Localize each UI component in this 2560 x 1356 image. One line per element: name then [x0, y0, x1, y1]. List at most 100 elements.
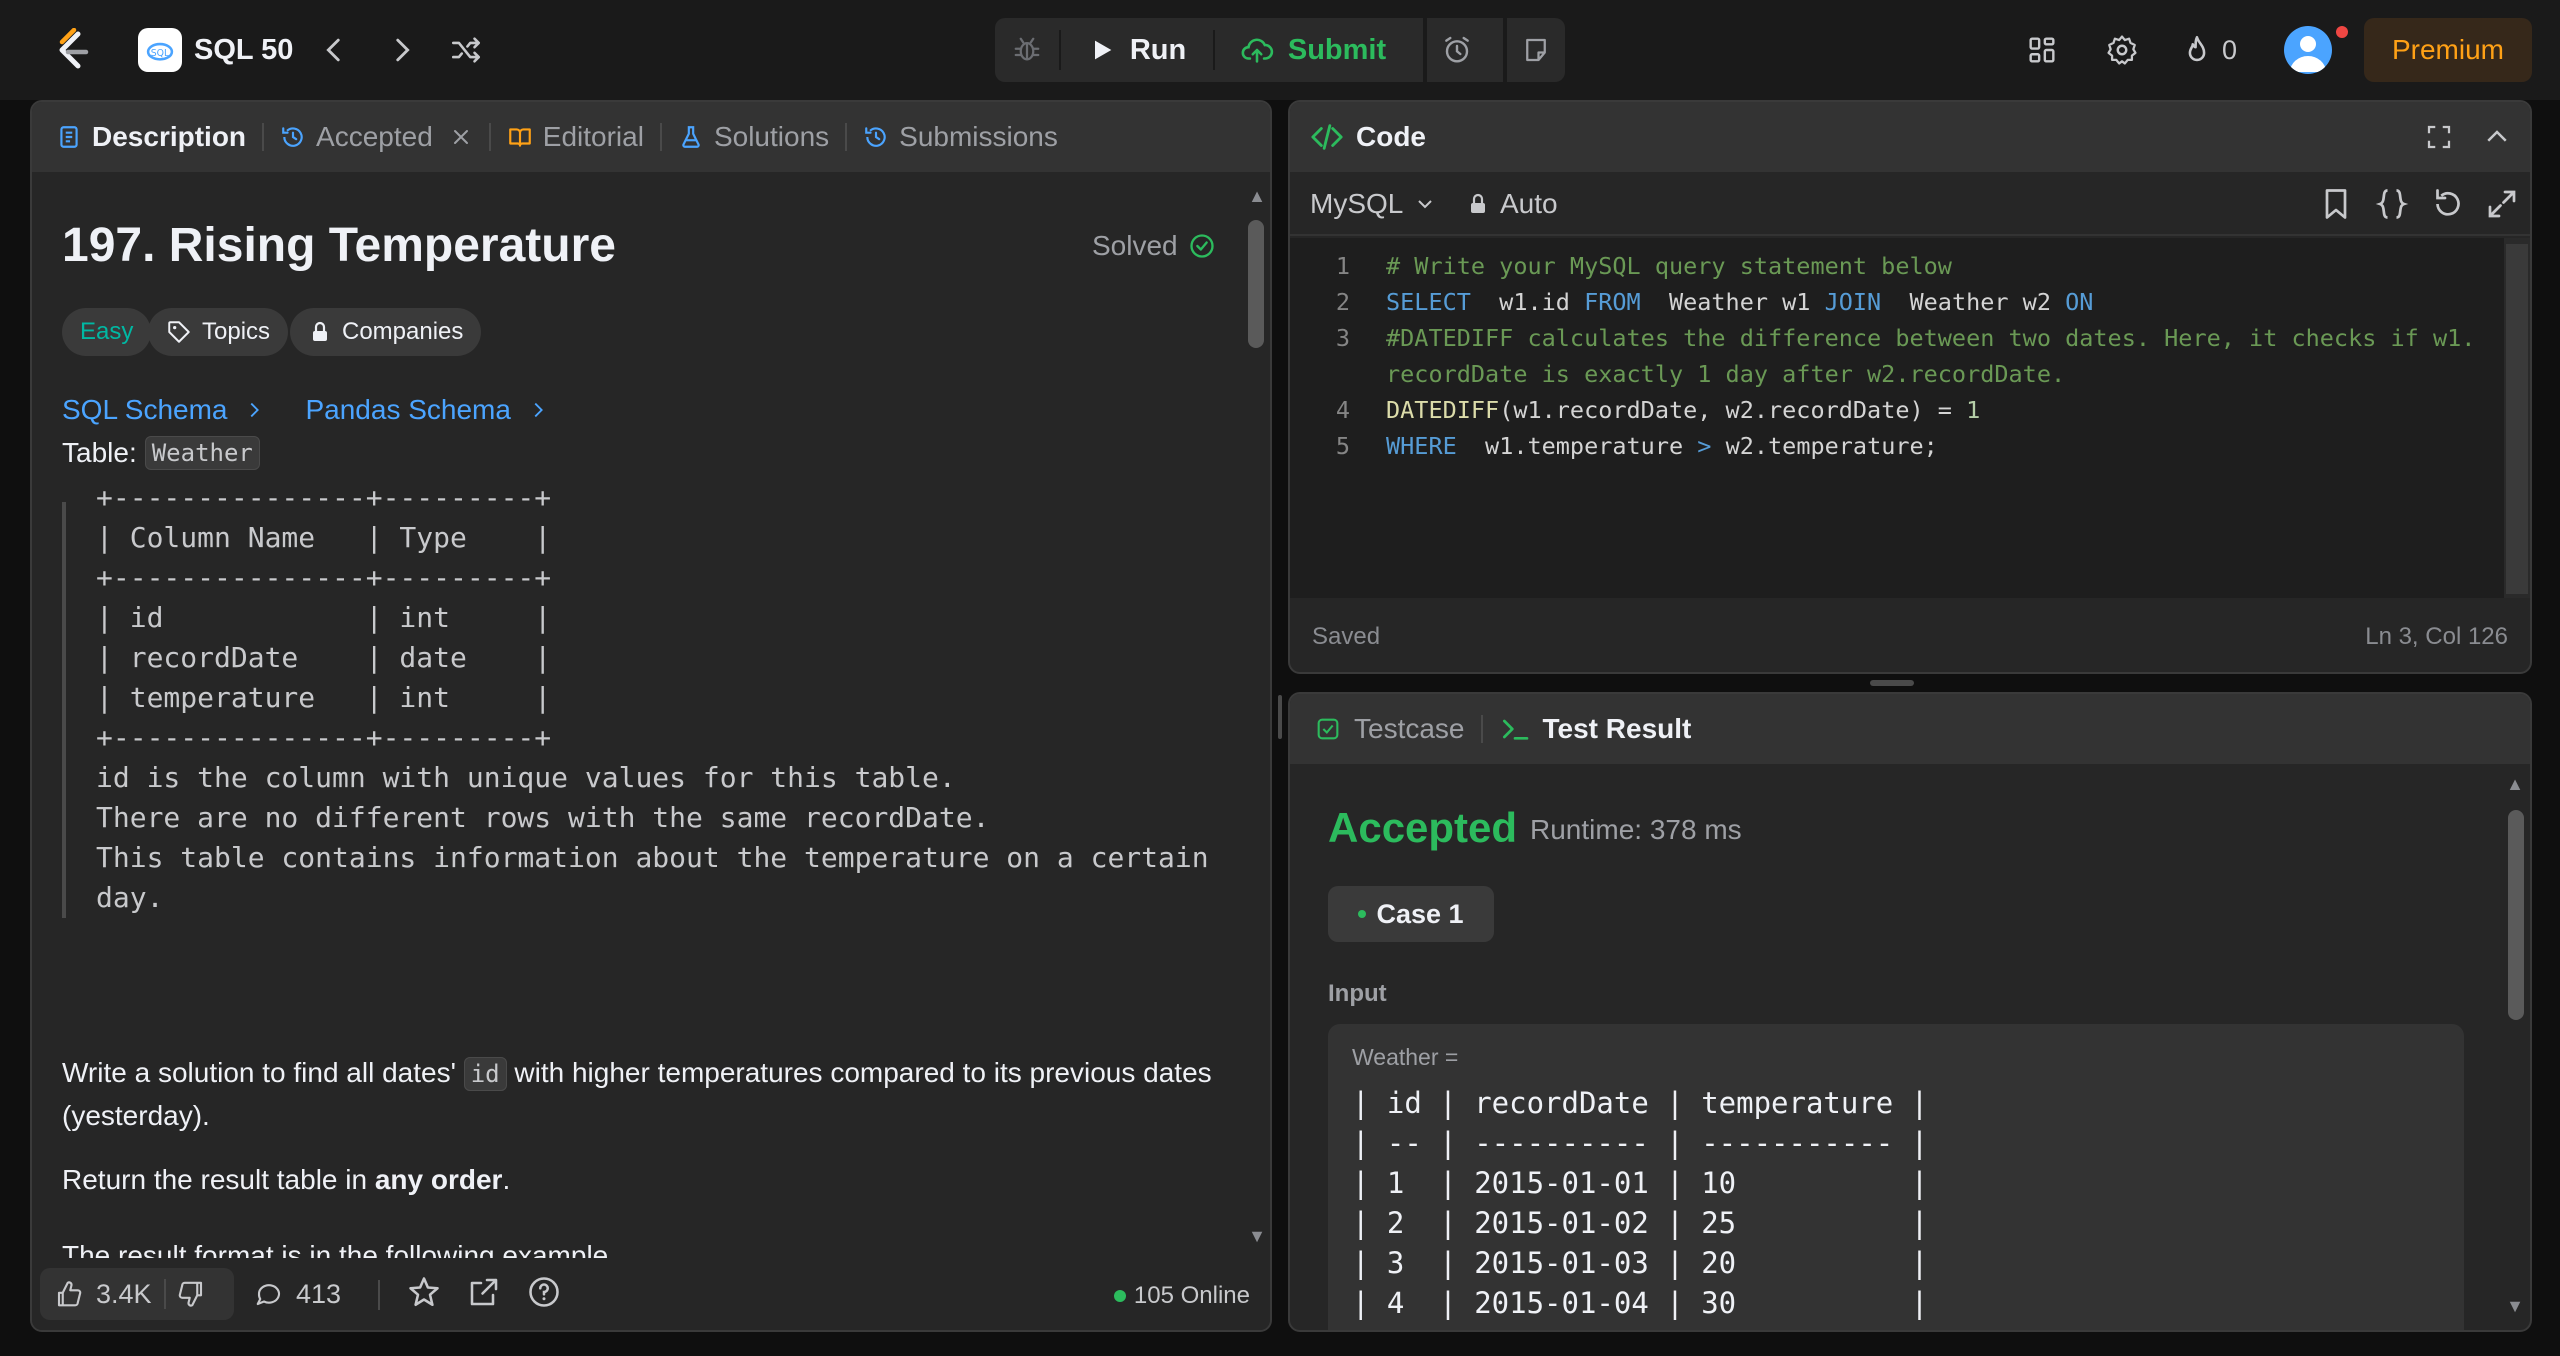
- online-dot-icon: [1113, 1290, 1126, 1302]
- run-label: Run: [1129, 33, 1187, 66]
- code-header: Code: [1290, 102, 2530, 172]
- tab-description-label: Description: [92, 121, 247, 152]
- settings-gear-icon[interactable]: [2098, 26, 2146, 74]
- timer-icon[interactable]: [1423, 18, 1487, 82]
- play-icon: [1094, 40, 1112, 60]
- fullscreen-icon[interactable]: [2424, 122, 2454, 152]
- code-editor[interactable]: 1 # Write your MySQL query statement belo…: [1290, 238, 2530, 598]
- scroll-up-arrow[interactable]: ▲: [2506, 774, 2524, 795]
- left-scrollbar-thumb[interactable]: [1248, 220, 1264, 348]
- line-number: 2: [1335, 288, 1350, 316]
- thumbs-down-icon[interactable]: [176, 1279, 206, 1309]
- code-line-3: #DATEDIFF calculates the difference betw…: [1386, 324, 2476, 352]
- help-icon[interactable]: [526, 1274, 562, 1310]
- test-result-panel: Testcase Test Result Accepted Runtime: 3…: [1288, 692, 2532, 1332]
- test-result-label: Test Result: [1542, 713, 1692, 744]
- comment-count: 413: [296, 1278, 342, 1309]
- tab-testcase[interactable]: Testcase: [1314, 694, 1465, 764]
- code-editor-panel: Code MySQL Auto 1 # Write your MySQL quer…: [1288, 100, 2532, 674]
- notification-dot: [2336, 26, 2348, 38]
- cloud-upload-icon: [1241, 38, 1274, 63]
- schema-block: +---------------+---------+ | Column Nam…: [62, 481, 1242, 918]
- input-table: | id | recordDate | temperature | | -- |…: [1352, 1086, 1929, 1320]
- line-number: 5: [1335, 432, 1350, 460]
- layout-icon[interactable]: [2018, 26, 2066, 74]
- pandas-schema-link[interactable]: Pandas Schema: [305, 394, 548, 426]
- shuffle-icon[interactable]: [442, 26, 490, 74]
- editor-scrollbar-thumb[interactable]: [2506, 244, 2528, 594]
- book-icon: [508, 128, 531, 147]
- topics-button[interactable]: Topics: [148, 308, 289, 356]
- reset-icon[interactable]: [2430, 186, 2466, 222]
- code-line-3-wrap: recordDate is exactly 1 day after w2.rec…: [1386, 360, 2066, 388]
- companies-button[interactable]: Companies: [290, 308, 482, 356]
- tab-editorial[interactable]: Editorial: [507, 102, 644, 172]
- debug-icon[interactable]: [995, 18, 1059, 82]
- code-line-2: SELECT w1.id FROM Weather w1 JOIN Weathe…: [1386, 288, 2094, 316]
- star-icon[interactable]: [406, 1274, 442, 1310]
- leetcode-logo-icon[interactable]: [48, 24, 96, 76]
- share-icon[interactable]: [466, 1274, 502, 1310]
- input-label: Input: [1328, 980, 1387, 1007]
- tab-description[interactable]: Description: [56, 102, 246, 172]
- table-prefix: Table:: [62, 437, 137, 468]
- thumbs-up-icon[interactable]: [54, 1279, 84, 1309]
- close-icon[interactable]: [449, 125, 473, 149]
- scroll-down-arrow[interactable]: ▼: [1248, 1226, 1266, 1247]
- scroll-up-arrow[interactable]: ▲: [1248, 186, 1266, 207]
- expand-icon[interactable]: [2484, 186, 2520, 222]
- sql-schema-link[interactable]: SQL Schema: [62, 394, 265, 426]
- terminal-icon: [1502, 719, 1528, 740]
- case-1-tab[interactable]: Case 1: [1328, 886, 1494, 942]
- result-scrollbar-thumb[interactable]: [2508, 810, 2524, 1020]
- like-dislike-group: 3.4K: [40, 1268, 234, 1320]
- online-label: 105 Online: [1133, 1282, 1250, 1309]
- tab-submissions[interactable]: Submissions: [863, 102, 1058, 172]
- tab-solutions-label: Solutions: [713, 121, 830, 152]
- format-braces-icon[interactable]: [2374, 186, 2410, 222]
- code-icon: [1311, 124, 1343, 150]
- premium-button[interactable]: Premium: [2364, 18, 2532, 82]
- lock-icon: [1471, 193, 1485, 213]
- fire-icon: [2188, 35, 2206, 62]
- language-select[interactable]: MySQL: [1310, 188, 1437, 220]
- history-icon: [865, 127, 886, 147]
- tab-test-result[interactable]: Test Result: [1499, 694, 1692, 764]
- tab-editorial-label: Editorial: [542, 121, 644, 152]
- pandas-schema-label: Pandas Schema: [305, 394, 511, 425]
- streak-counter[interactable]: 0: [2180, 30, 2237, 70]
- study-plan-title[interactable]: SQL 50: [194, 32, 293, 68]
- horizontal-resize-handle[interactable]: [1870, 680, 1914, 686]
- code-header-label: Code: [1356, 121, 1426, 152]
- comments-button[interactable]: 413: [254, 1268, 341, 1320]
- user-avatar[interactable]: [2284, 26, 2332, 74]
- document-icon: [60, 126, 78, 148]
- tag-icon: [168, 321, 190, 343]
- statement-text-a: Write a solution to find all dates': [62, 1057, 456, 1088]
- vertical-resize-handle[interactable]: [1278, 695, 1282, 739]
- problem-title: 197. Rising Temperature: [62, 219, 616, 272]
- tab-submissions-label: Submissions: [899, 121, 1058, 152]
- notes-icon[interactable]: [1503, 18, 1565, 82]
- difficulty-badge: Easy: [62, 308, 152, 356]
- schema-links: SQL Schema Pandas Schema: [62, 394, 549, 426]
- result-tabs: Testcase Test Result: [1290, 694, 2530, 764]
- next-problem-icon[interactable]: [378, 26, 426, 74]
- tab-solutions[interactable]: Solutions: [678, 102, 829, 172]
- input-variable: Weather =: [1352, 1044, 1459, 1070]
- bookmark-icon[interactable]: [2318, 186, 2354, 222]
- topics-label: Topics: [202, 318, 271, 345]
- study-plan-icon[interactable]: SQL: [138, 28, 182, 72]
- scroll-down-arrow[interactable]: ▼: [2506, 1296, 2524, 1317]
- cursor-position: Ln 3, Col 126: [2365, 623, 2508, 650]
- tab-accepted[interactable]: Accepted: [280, 102, 473, 172]
- online-count: 105 Online: [1113, 1282, 1250, 1310]
- auto-mode-toggle[interactable]: Auto: [1466, 188, 1558, 220]
- submit-button[interactable]: Submit: [1215, 18, 1411, 82]
- history-icon: [282, 127, 303, 147]
- run-button[interactable]: Run: [1061, 18, 1213, 82]
- companies-label: Companies: [342, 318, 464, 345]
- collapse-icon[interactable]: [2482, 122, 2512, 152]
- editor-scrollbar[interactable]: [2504, 238, 2530, 598]
- prev-problem-icon[interactable]: [310, 26, 358, 74]
